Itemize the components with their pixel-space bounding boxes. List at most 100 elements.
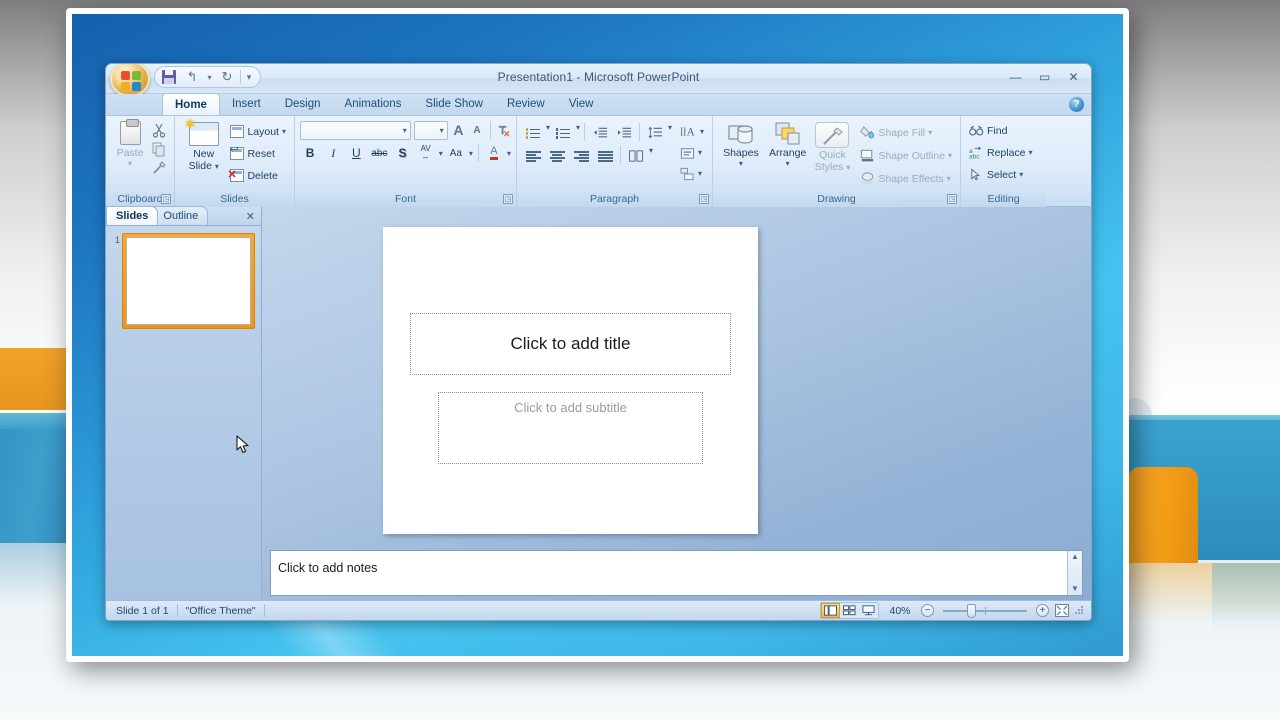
bullets-caret[interactable]: ▾ <box>546 123 550 143</box>
layout-button[interactable]: Layout ▾ <box>227 121 289 142</box>
pane-tab-outline[interactable]: Outline <box>153 206 209 225</box>
slide-thumbnail-selected[interactable] <box>122 233 255 329</box>
tab-view[interactable]: View <box>557 93 606 115</box>
shape-outline-button[interactable]: Shape Outline ▾ <box>857 145 955 166</box>
copy-button[interactable] <box>151 141 167 157</box>
tab-home[interactable]: Home <box>162 93 220 115</box>
convert-to-smartart-caret[interactable]: ▾ <box>698 169 702 178</box>
shapes-caret[interactable]: ▾ <box>739 159 743 168</box>
new-slide-caret[interactable]: ▾ <box>215 162 219 171</box>
arrange-button[interactable]: Arrange ▾ <box>764 119 812 192</box>
slide-canvas[interactable]: Click to add title Click to add subtitle <box>383 227 758 534</box>
character-spacing-button[interactable]: AV ↔ <box>416 143 436 163</box>
decrease-indent-button[interactable] <box>589 123 611 143</box>
columns-button[interactable] <box>625 146 647 166</box>
format-painter-button[interactable] <box>151 160 167 176</box>
slide-sorter-button[interactable] <box>840 603 859 618</box>
help-icon[interactable]: ? <box>1068 96 1085 113</box>
tab-animations[interactable]: Animations <box>333 93 414 115</box>
increase-indent-button[interactable] <box>613 123 635 143</box>
numbering-button[interactable] <box>552 123 574 143</box>
strikethrough-button[interactable]: abc <box>369 143 389 163</box>
line-spacing-button[interactable] <box>644 123 666 143</box>
tab-insert[interactable]: Insert <box>220 93 273 115</box>
align-left-button[interactable] <box>522 146 544 166</box>
paste-caret[interactable]: ▾ <box>128 159 132 168</box>
close-pane-icon[interactable]: ✕ <box>246 210 255 223</box>
italic-button[interactable]: I <box>323 143 343 163</box>
text-direction-button[interactable]: ll A ▾ <box>677 122 707 141</box>
clear-formatting-button[interactable] <box>495 120 511 140</box>
cut-button[interactable] <box>151 122 167 138</box>
align-text-button[interactable]: ▾ <box>677 143 707 162</box>
text-direction-caret[interactable]: ▾ <box>700 127 704 136</box>
title-placeholder[interactable]: Click to add title <box>410 313 731 375</box>
notes-scroll-up-icon[interactable]: ▲ <box>1071 551 1079 563</box>
pane-tab-slides[interactable]: Slides <box>106 206 159 225</box>
line-spacing-caret[interactable]: ▾ <box>668 123 672 143</box>
clipboard-dialog-launcher[interactable]: ◳ <box>161 194 171 204</box>
normal-view-button[interactable] <box>821 603 840 618</box>
shape-outline-caret[interactable]: ▾ <box>948 151 952 160</box>
change-case-caret[interactable]: ▾ <box>469 149 473 158</box>
paragraph-dialog-launcher[interactable]: ◳ <box>699 194 709 204</box>
zoom-in-button[interactable]: + <box>1036 604 1049 617</box>
zoom-out-button[interactable]: − <box>921 604 934 617</box>
align-text-caret[interactable]: ▾ <box>698 148 702 157</box>
tab-slide-show[interactable]: Slide Show <box>413 93 495 115</box>
paste-button[interactable]: Paste ▾ <box>111 119 149 192</box>
notes-pane[interactable]: Click to add notes ▲ ▼ <box>270 550 1083 596</box>
notes-scroll-down-icon[interactable]: ▼ <box>1071 583 1079 595</box>
drawing-dialog-launcher[interactable]: ◳ <box>947 194 957 204</box>
arrange-caret[interactable]: ▾ <box>786 159 790 168</box>
shape-fill-caret[interactable]: ▾ <box>928 128 932 137</box>
tab-design[interactable]: Design <box>273 93 333 115</box>
justify-button[interactable] <box>594 146 616 166</box>
quick-styles-caret[interactable]: ▾ <box>846 163 850 172</box>
slide-show-button[interactable] <box>859 603 878 618</box>
shrink-font-button[interactable]: A <box>469 120 485 140</box>
font-color-button[interactable]: A <box>484 143 504 163</box>
convert-to-smartart-button[interactable]: ▾ <box>677 164 707 183</box>
center-button[interactable] <box>546 146 568 166</box>
zoom-slider[interactable] <box>939 603 1031 618</box>
change-case-button[interactable]: Aa <box>446 143 466 163</box>
columns-caret[interactable]: ▾ <box>649 146 653 166</box>
font-size-caret[interactable]: ▾ <box>440 126 444 135</box>
font-name-caret[interactable]: ▾ <box>403 126 407 135</box>
maximize-button[interactable]: ▭ <box>1031 67 1058 86</box>
numbering-caret[interactable]: ▾ <box>576 123 580 143</box>
fit-slide-to-window-button[interactable] <box>1054 604 1069 618</box>
select-button[interactable]: Select ▾ <box>966 164 1041 185</box>
font-color-caret[interactable]: ▾ <box>507 149 511 158</box>
shape-effects-caret[interactable]: ▾ <box>947 174 951 183</box>
select-caret[interactable]: ▾ <box>1019 170 1023 179</box>
replace-button[interactable]: a abc Replace ▾ <box>966 142 1041 163</box>
minimize-button[interactable]: — <box>1002 67 1029 86</box>
replace-caret[interactable]: ▾ <box>1029 148 1033 157</box>
shape-effects-button[interactable]: Shape Effects ▾ <box>857 168 955 189</box>
font-dialog-launcher[interactable]: ◳ <box>503 194 513 204</box>
resize-grip[interactable] <box>1074 605 1085 616</box>
layout-caret[interactable]: ▾ <box>282 127 286 136</box>
tab-review[interactable]: Review <box>495 93 557 115</box>
bullets-button[interactable] <box>522 123 544 143</box>
reset-button[interactable]: Reset <box>227 143 289 164</box>
new-slide-button[interactable]: New Slide ▾ <box>180 115 227 192</box>
font-size-input[interactable]: ▾ <box>413 120 448 140</box>
delete-button[interactable]: Delete <box>227 165 289 186</box>
text-shadow-button[interactable]: S <box>393 143 413 163</box>
shapes-button[interactable]: Shapes ▾ <box>718 119 764 192</box>
shape-fill-button[interactable]: Shape Fill ▾ <box>857 122 955 143</box>
font-name-input[interactable]: ▾ <box>300 120 411 140</box>
close-button[interactable]: ✕ <box>1060 67 1087 86</box>
align-right-button[interactable] <box>570 146 592 166</box>
slide-thumbnail-row[interactable]: 1 <box>111 233 255 329</box>
notes-scrollbar[interactable]: ▲ ▼ <box>1067 551 1082 595</box>
character-spacing-caret[interactable]: ▾ <box>439 149 443 158</box>
subtitle-placeholder[interactable]: Click to add subtitle <box>438 392 703 464</box>
underline-button[interactable]: U <box>346 143 366 163</box>
zoom-slider-thumb[interactable] <box>967 603 976 618</box>
quick-styles-button[interactable]: Quick Styles ▾ <box>811 119 853 192</box>
bold-button[interactable]: B <box>300 143 320 163</box>
